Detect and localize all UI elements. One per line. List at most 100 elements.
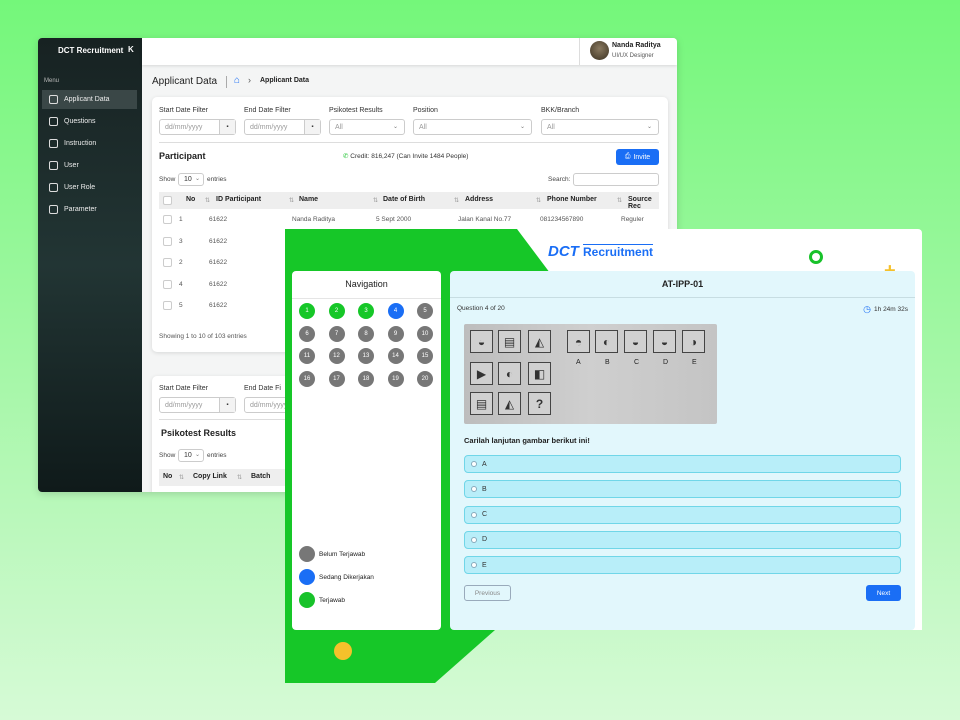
- sidebar-item[interactable]: User: [42, 156, 137, 175]
- sidebar-item[interactable]: Parameter: [42, 200, 137, 219]
- question-panel: AT-IPP-01 Question 4 of 20 ◷ 1h 24m 32s ◒…: [450, 271, 915, 630]
- sort-icon[interactable]: ⇅: [289, 197, 294, 204]
- sidebar-item[interactable]: Instruction: [42, 134, 137, 153]
- entries-select[interactable]: 10 ⌄: [178, 449, 204, 462]
- question-nav-button[interactable]: 12: [328, 348, 345, 365]
- sidebar-item[interactable]: Questions: [42, 112, 137, 131]
- table-cell-id: 61622: [209, 280, 228, 288]
- column-header[interactable]: Name: [299, 196, 318, 203]
- test-code: AT-IPP-01: [661, 279, 704, 289]
- question-figure: ◒ ▤ ◭ ▶ ◐ ◧ ▤ ◭? ◓ ◐ ◒ ◒ ◑ ABCDE: [464, 324, 717, 424]
- question-nav-button[interactable]: 7: [328, 325, 345, 342]
- column-header[interactable]: No: [163, 473, 172, 480]
- avatar[interactable]: [590, 41, 609, 60]
- next-button[interactable]: Next: [866, 585, 901, 601]
- question-nav-button[interactable]: 16: [299, 371, 315, 388]
- question-nav-button[interactable]: 8: [358, 325, 374, 342]
- legend-label: Terjawab: [319, 597, 346, 604]
- question-nav-button[interactable]: 13: [358, 348, 374, 365]
- chevron-down-icon: ⌄: [392, 124, 398, 130]
- previous-button[interactable]: Previous: [464, 585, 511, 601]
- start-date-input[interactable]: dd/mm/yyyy ▪: [159, 397, 236, 413]
- column-header[interactable]: Copy Link: [193, 473, 227, 480]
- radio-icon[interactable]: [471, 536, 477, 543]
- column-header[interactable]: Batch: [251, 473, 270, 480]
- start-date-input[interactable]: dd/mm/yyyy ▪: [159, 119, 236, 135]
- question-nav-button[interactable]: 14: [387, 348, 404, 365]
- row-checkbox[interactable]: [163, 236, 172, 246]
- question-nav-button[interactable]: 3: [358, 303, 374, 319]
- info-book-icon: [49, 139, 58, 148]
- answer-option[interactable]: D: [464, 530, 901, 549]
- select-all-checkbox[interactable]: [163, 196, 172, 205]
- answer-option[interactable]: C: [464, 505, 901, 524]
- chevron-down-icon: ⌄: [646, 124, 652, 130]
- table-header: No ⇅ ID Participant ⇅ Name ⇅ Date of Birth ⇅ Add…: [159, 192, 659, 210]
- radio-icon[interactable]: [471, 511, 477, 518]
- table-cell-no: 3: [179, 237, 183, 245]
- answer-option[interactable]: B: [464, 480, 901, 499]
- question-nav-button[interactable]: 6: [299, 325, 315, 342]
- psikotest-select[interactable]: All ⌄: [329, 119, 405, 135]
- question-nav-button[interactable]: 11: [299, 348, 315, 365]
- row-checkbox[interactable]: [163, 258, 172, 267]
- radio-icon[interactable]: [471, 461, 477, 467]
- document-icon: [49, 117, 58, 126]
- table-cell-id: 61622: [209, 302, 228, 309]
- row-checkbox[interactable]: [163, 215, 172, 224]
- start-date-label: Start Date Filter: [159, 385, 209, 392]
- sort-icon[interactable]: ⇅: [617, 197, 622, 204]
- answer-option[interactable]: A: [464, 455, 901, 473]
- table-cell-name: Nanda Raditya: [292, 216, 335, 223]
- question-nav-button[interactable]: 9: [387, 325, 404, 342]
- sort-icon[interactable]: ⇅: [454, 197, 459, 204]
- sidebar-item[interactable]: User Role: [42, 178, 137, 197]
- question-nav-button[interactable]: 4: [387, 303, 404, 319]
- answer-option[interactable]: E: [464, 556, 901, 575]
- end-date-input[interactable]: dd/mm/yyyy ▪: [244, 119, 321, 135]
- column-header[interactable]: Phone Number: [547, 196, 597, 203]
- show-label: Show: [159, 176, 176, 183]
- column-header[interactable]: ID Participant: [216, 196, 261, 203]
- branch-select[interactable]: All ⌄: [541, 119, 659, 135]
- question-nav-button[interactable]: 10: [417, 325, 433, 342]
- question-nav-button[interactable]: 19: [387, 371, 404, 388]
- calendar-icon[interactable]: ▪: [219, 120, 235, 134]
- column-header[interactable]: No: [186, 196, 195, 203]
- question-progress: Question 4 of 20: [457, 305, 505, 312]
- question-nav-button[interactable]: 1: [299, 303, 315, 319]
- question-nav-button[interactable]: 18: [358, 371, 374, 388]
- legend-label: Sedang Dikerjakan: [319, 574, 374, 581]
- row-checkbox[interactable]: [163, 279, 172, 289]
- table-cell-phone: 081234567890: [540, 216, 584, 223]
- invite-button[interactable]: ⎙ Invite: [616, 149, 659, 165]
- question-nav-button[interactable]: 5: [417, 303, 433, 319]
- radio-icon[interactable]: [471, 562, 477, 569]
- sidebar-item[interactable]: Applicant Data: [42, 90, 137, 109]
- inbox-icon: ⎙: [624, 153, 631, 160]
- psikotest-title: Psikotest Results: [161, 428, 237, 438]
- calendar-icon[interactable]: ▪: [304, 120, 320, 134]
- entries-select[interactable]: 10 ⌄: [178, 173, 204, 186]
- position-select[interactable]: All ⌄: [413, 119, 532, 135]
- radio-icon[interactable]: [471, 486, 477, 493]
- column-header[interactable]: Address: [465, 196, 493, 203]
- column-header[interactable]: Date of Birth: [383, 196, 425, 203]
- home-icon[interactable]: ⌂: [234, 75, 240, 86]
- question-nav-button[interactable]: 2: [328, 303, 345, 319]
- question-nav-button[interactable]: 20: [417, 371, 433, 388]
- user-name: Nanda Raditya: [612, 42, 661, 49]
- row-checkbox[interactable]: [163, 301, 172, 310]
- start-date-label: Start Date Filter: [159, 107, 209, 114]
- table-cell-id: 61622: [209, 216, 228, 223]
- collapse-sidebar-icon[interactable]: K: [128, 45, 134, 54]
- sort-icon[interactable]: ⇅: [536, 197, 541, 204]
- question-nav-button[interactable]: 17: [328, 371, 345, 388]
- column-header[interactable]: Source Rec: [628, 196, 659, 210]
- search-input[interactable]: [573, 173, 659, 186]
- sort-icon[interactable]: ⇅: [205, 197, 210, 204]
- clock-icon: ◷: [863, 304, 872, 314]
- sort-icon[interactable]: ⇅: [373, 197, 378, 204]
- question-nav-button[interactable]: 15: [417, 348, 433, 365]
- sidebar-item-label: User Role: [64, 184, 96, 191]
